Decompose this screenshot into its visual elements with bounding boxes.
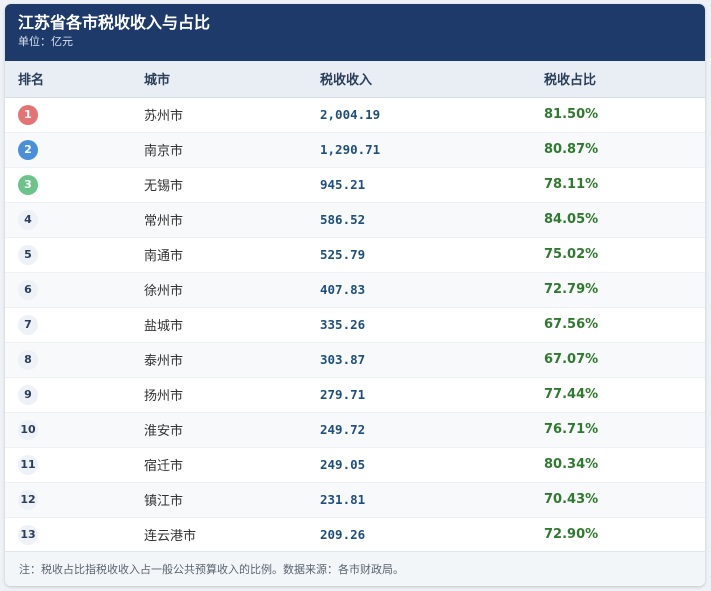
city-cell: 盐城市	[144, 319, 184, 334]
tax-ratio-cell: 84.05%	[544, 212, 599, 227]
rank-badge: 6	[18, 279, 38, 300]
rank-badge: 11	[18, 454, 38, 475]
rank-cell: 7	[5, 307, 144, 342]
city-cell: 淮安市	[144, 424, 184, 439]
rank-badge: 12	[18, 489, 38, 510]
tax-revenue-cell: 525.79	[320, 247, 366, 262]
column-header-row: 排名 城市 税收收入 税收占比	[5, 61, 705, 98]
unit-label: 单位：亿元	[18, 35, 73, 48]
table-row: 5 南通市 525.79 75.02%	[5, 237, 705, 272]
table-header: 江苏省各市税收收入与占比 单位：亿元	[5, 4, 705, 61]
tax-ratio-cell: 81.50%	[544, 107, 599, 122]
page-title: 江苏省各市税收收入与占比	[18, 13, 211, 32]
tax-revenue-cell: 209.26	[320, 527, 366, 542]
tax-revenue-cell: 231.81	[320, 492, 366, 507]
tax-revenue-cell: 586.52	[320, 212, 366, 227]
rank-cell: 2	[5, 132, 144, 167]
table-row: 6 徐州市 407.83 72.79%	[5, 272, 705, 307]
rank-cell: 9	[5, 377, 144, 412]
tax-ratio-cell: 80.87%	[544, 142, 599, 157]
tax-ratio-cell: 72.79%	[544, 282, 599, 297]
rank-cell: 13	[5, 517, 144, 552]
city-cell: 宿迁市	[144, 459, 184, 474]
rank-cell: 4	[5, 202, 144, 237]
table-row: 4 常州市 586.52 84.05%	[5, 202, 705, 237]
column-header-rank: 排名	[5, 61, 144, 98]
rank-badge: 13	[18, 524, 38, 545]
table-row: 11 宿迁市 249.05 80.34%	[5, 447, 705, 482]
footnote: 注：税收占比指税收收入占一般公共预算收入的比例。数据来源：各市财政局。	[5, 551, 705, 586]
tax-ratio-cell: 78.11%	[544, 177, 599, 192]
rank-medal-badge: 3	[18, 174, 38, 195]
rank-medal-badge: 1	[18, 104, 38, 125]
tax-ratio-cell: 72.90%	[544, 527, 599, 542]
city-cell: 泰州市	[144, 354, 184, 369]
rank-cell: 11	[5, 447, 144, 482]
tax-revenue-cell: 249.72	[320, 422, 366, 437]
table-row: 7 盐城市 335.26 67.56%	[5, 307, 705, 342]
table-row: 8 泰州市 303.87 67.07%	[5, 342, 705, 377]
rank-cell: 6	[5, 272, 144, 307]
city-cell: 苏州市	[144, 109, 184, 124]
tax-revenue-cell: 2,004.19	[320, 107, 381, 122]
tax-revenue-cell: 279.71	[320, 387, 366, 402]
column-header-ratio: 税收占比	[544, 61, 705, 98]
table-row: 13 连云港市 209.26 72.90%	[5, 517, 705, 552]
tax-revenue-cell: 945.21	[320, 177, 366, 192]
tax-revenue-cell: 303.87	[320, 352, 366, 367]
rank-medal-badge: 2	[18, 139, 38, 160]
rank-badge: 7	[18, 314, 38, 335]
tax-ratio-cell: 77.44%	[544, 387, 599, 402]
tax-revenue-cell: 249.05	[320, 457, 366, 472]
table-row: 12 镇江市 231.81 70.43%	[5, 482, 705, 517]
rank-cell: 12	[5, 482, 144, 517]
table-body: 1 苏州市 2,004.19 81.50% 2 南京市 1,290.71 80.87% 3 无锡市…	[5, 97, 705, 552]
rank-badge: 5	[18, 244, 38, 265]
rank-cell: 10	[5, 412, 144, 447]
rank-cell: 1	[5, 97, 144, 132]
rank-cell: 5	[5, 237, 144, 272]
rank-badge: 10	[18, 419, 38, 440]
city-cell: 南通市	[144, 249, 184, 264]
table-row: 2 南京市 1,290.71 80.87%	[5, 132, 705, 167]
tax-ratio-cell: 75.02%	[544, 247, 599, 262]
tax-ratio-cell: 67.56%	[544, 317, 599, 332]
city-cell: 常州市	[144, 214, 184, 229]
city-cell: 南京市	[144, 144, 184, 159]
tax-table-card: 江苏省各市税收收入与占比 单位：亿元 排名 城市 税收收入 税收占比 1 苏州市 2…	[5, 4, 705, 586]
column-header-city: 城市	[144, 61, 320, 98]
rank-badge: 4	[18, 209, 38, 230]
city-cell: 连云港市	[144, 529, 197, 544]
rank-badge: 9	[18, 384, 38, 405]
tax-ratio-cell: 76.71%	[544, 422, 599, 437]
rank-badge: 8	[18, 349, 38, 370]
tax-revenue-cell: 1,290.71	[320, 142, 381, 157]
rank-cell: 8	[5, 342, 144, 377]
column-header-tax: 税收收入	[320, 61, 544, 98]
table-row: 1 苏州市 2,004.19 81.50%	[5, 97, 705, 132]
table-row: 10 淮安市 249.72 76.71%	[5, 412, 705, 447]
city-cell: 无锡市	[144, 179, 184, 194]
city-cell: 扬州市	[144, 389, 184, 404]
tax-revenue-cell: 335.26	[320, 317, 366, 332]
tax-ratio-cell: 70.43%	[544, 492, 599, 507]
rank-cell: 3	[5, 167, 144, 202]
tax-ratio-cell: 80.34%	[544, 457, 599, 472]
tax-table: 排名 城市 税收收入 税收占比 1 苏州市 2,004.19 81.50% 2 南京市 1,…	[5, 61, 705, 553]
city-cell: 徐州市	[144, 284, 184, 299]
city-cell: 镇江市	[144, 494, 184, 509]
tax-ratio-cell: 67.07%	[544, 352, 599, 367]
table-row: 9 扬州市 279.71 77.44%	[5, 377, 705, 412]
table-row: 3 无锡市 945.21 78.11%	[5, 167, 705, 202]
tax-revenue-cell: 407.83	[320, 282, 366, 297]
